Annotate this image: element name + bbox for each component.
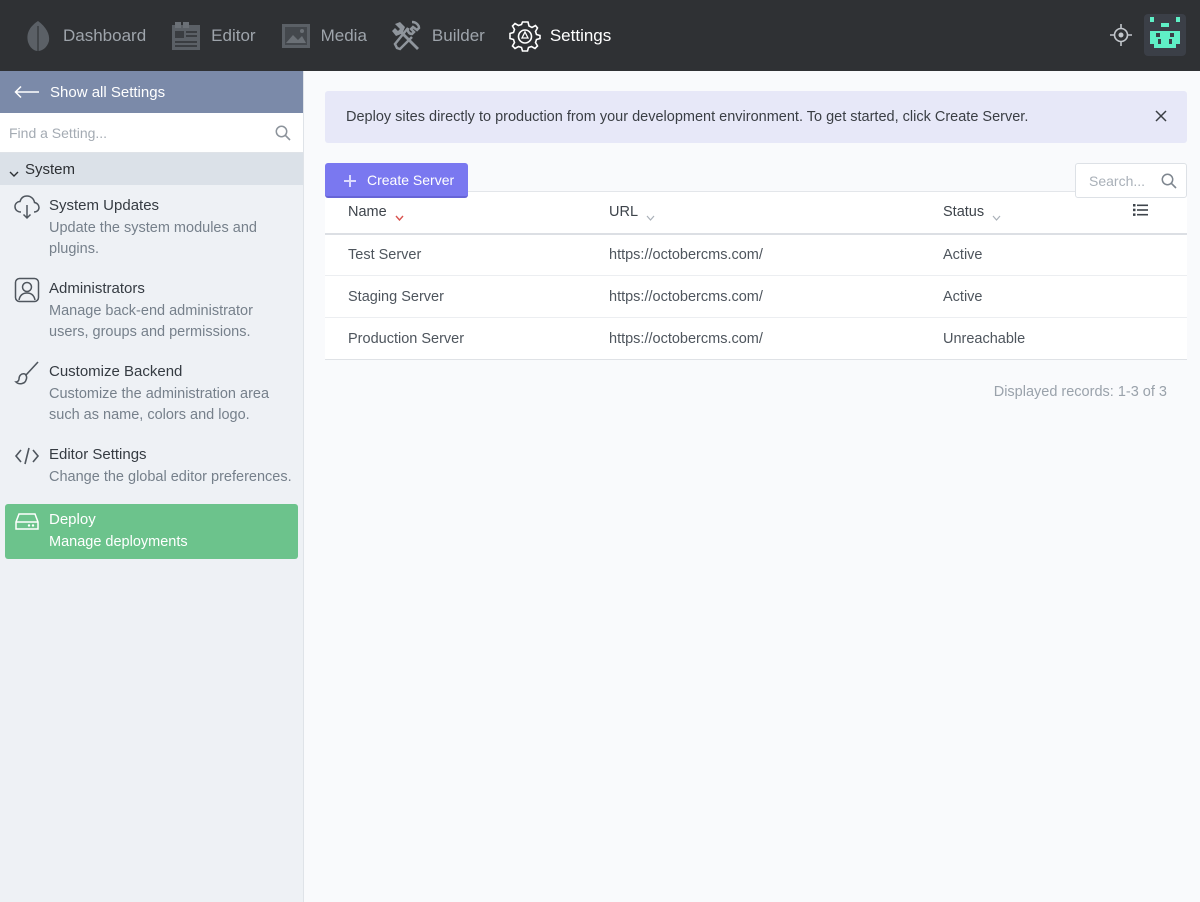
server-search: [1075, 163, 1187, 198]
sidebar-item-desc: Change the global editor preferences.: [49, 469, 292, 485]
find-setting: [0, 113, 303, 153]
show-all-settings-link[interactable]: Show all Settings: [0, 71, 303, 113]
cell-url: https://octobercms.com/: [609, 317, 943, 360]
nav-settings-label: Settings: [549, 25, 612, 45]
create-server-button[interactable]: Create Server: [325, 163, 468, 198]
sidebar-item-title: Administrators: [49, 280, 145, 297]
media-icon: [280, 20, 312, 52]
toolbar: Create Server: [325, 163, 1187, 219]
cell-name: Production Server: [325, 317, 609, 360]
sidebar-item-desc: Customize the administration area such a…: [49, 386, 270, 423]
sidebar-item-deploy[interactable]: Deploy Manage deployments: [5, 504, 298, 559]
plus-icon: [344, 174, 356, 187]
create-server-label: Create Server: [367, 171, 455, 188]
nav-settings[interactable]: Settings: [497, 0, 623, 71]
cell-url: https://octobercms.com/: [609, 275, 943, 318]
sidebar-item-administrators[interactable]: Administrators Manage back-end administr…: [0, 260, 303, 343]
avatar[interactable]: [1144, 14, 1186, 56]
table-row[interactable]: Production Server https://octobercms.com…: [325, 317, 1187, 360]
close-icon[interactable]: [1155, 110, 1167, 122]
sidebar-item-desc: Manage deployments: [49, 534, 188, 550]
sidebar-item-system-updates[interactable]: System Updates Update the system modules…: [0, 185, 303, 260]
nav-media-label: Media: [320, 25, 367, 45]
search-icon: [1161, 173, 1177, 189]
hard-drive-icon: [14, 508, 40, 534]
cell-url: https://octobercms.com/: [609, 233, 943, 276]
main-content: Deploy sites directly to production from…: [325, 91, 1187, 400]
nav-dashboard-label: Dashboard: [63, 25, 147, 45]
find-setting-input[interactable]: [0, 113, 303, 152]
wrench-icon: [391, 20, 423, 52]
nav-builder-label: Builder: [431, 25, 485, 45]
sidebar-item-desc: Update the system modules and plugins.: [49, 220, 257, 257]
cell-name: Staging Server: [325, 275, 609, 318]
editor-icon: [170, 20, 202, 52]
code-icon: [14, 443, 40, 469]
chevron-down-icon: [9, 165, 19, 177]
nav-dashboard[interactable]: Dashboard: [0, 0, 158, 71]
gear-icon: [509, 20, 541, 52]
cell-status: Active: [943, 233, 1133, 276]
records-count: Displayed records: 1-3 of 3: [993, 384, 1167, 400]
search-icon: [275, 125, 291, 141]
settings-sidebar: Show all Settings System System Updates …: [0, 71, 304, 902]
show-all-settings-label: Show all Settings: [50, 83, 166, 101]
locate-icon[interactable]: [1110, 24, 1132, 46]
arrow-left-icon: [14, 85, 40, 99]
nav-builder[interactable]: Builder: [379, 0, 497, 71]
table-row[interactable]: Test Server https://octobercms.com/ Acti…: [325, 233, 1187, 276]
sidebar-item-title: Customize Backend: [49, 363, 183, 380]
table-row[interactable]: Staging Server https://octobercms.com/ A…: [325, 275, 1187, 318]
nav-right: [1110, 14, 1186, 56]
info-alert: Deploy sites directly to production from…: [325, 91, 1187, 143]
nav-editor-label: Editor: [211, 25, 256, 45]
sidebar-item-title: Editor Settings: [49, 446, 147, 463]
leaf-icon: [22, 20, 54, 52]
group-system[interactable]: System: [0, 153, 303, 185]
cloud-download-icon: [14, 194, 40, 220]
cell-name: Test Server: [325, 233, 609, 276]
brush-icon: [14, 360, 40, 386]
sidebar-item-customize-backend[interactable]: Customize Backend Customize the administ…: [0, 343, 303, 426]
cell-status: Unreachable: [943, 317, 1133, 360]
top-navigation: Dashboard Editor Media Builder Settings: [0, 0, 1200, 71]
nav-media[interactable]: Media: [268, 0, 379, 71]
cell-status: Active: [943, 275, 1133, 318]
sidebar-item-editor-settings[interactable]: Editor Settings Change the global editor…: [0, 426, 303, 504]
group-system-label: System: [25, 160, 76, 178]
sidebar-item-desc: Manage back-end administrator users, gro…: [49, 303, 253, 340]
user-icon: [14, 277, 40, 303]
alert-text: Deploy sites directly to production from…: [346, 109, 1029, 125]
sidebar-item-title: Deploy: [49, 511, 96, 528]
nav-editor[interactable]: Editor: [158, 0, 267, 71]
sidebar-item-title: System Updates: [49, 197, 160, 214]
